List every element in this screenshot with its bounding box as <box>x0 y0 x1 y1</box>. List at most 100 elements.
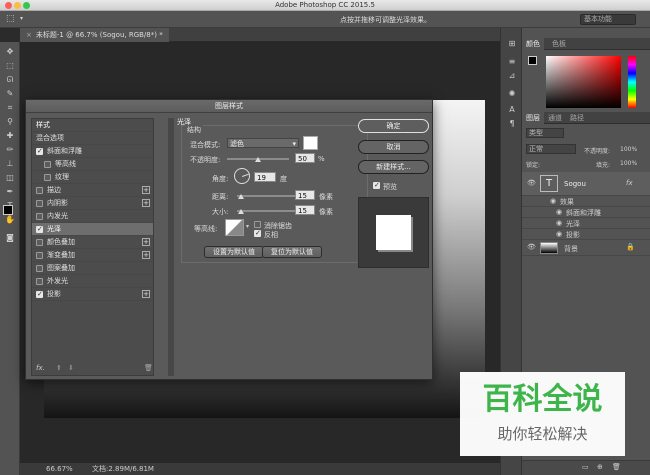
angle-input[interactable]: 19 <box>254 172 276 182</box>
fill-value[interactable]: 100% <box>620 160 637 167</box>
contour-preview[interactable] <box>225 219 244 236</box>
tab-channels[interactable]: 通道 <box>544 112 566 124</box>
layer-opacity-value[interactable]: 100% <box>620 146 637 153</box>
move-up-icon[interactable]: ⬆ <box>56 364 62 372</box>
new-group-icon[interactable]: ▭ <box>582 463 589 471</box>
quick-mask-icon[interactable]: ◙ <box>4 232 16 243</box>
tab-paths[interactable]: 路径 <box>566 112 588 124</box>
hand-tool-icon[interactable]: ✋ <box>4 214 16 225</box>
layer-blend-mode[interactable]: 正常 <box>526 144 576 154</box>
layer-effects-row[interactable]: ◉ 效果 <box>522 196 650 207</box>
close-window-button[interactable] <box>5 2 12 9</box>
quick-select-tool-icon[interactable]: ✎ <box>4 88 16 99</box>
tab-layers[interactable]: 图层 <box>522 112 544 124</box>
blend-mode-select[interactable]: 滤色 ▾ <box>227 138 299 148</box>
visibility-eye-icon[interactable]: 👁 <box>527 243 536 251</box>
layer-effect-row[interactable]: ◉ 投影 <box>522 229 650 240</box>
style-item-checkbox[interactable] <box>36 278 43 285</box>
close-tab-icon[interactable]: × <box>26 31 32 39</box>
eyedropper-tool-icon[interactable]: ⚲ <box>4 116 16 127</box>
trash-icon[interactable]: 🗑 <box>612 463 621 471</box>
new-layer-icon[interactable]: ⊕ <box>597 463 603 471</box>
color-field[interactable] <box>546 56 621 108</box>
style-item-checkbox[interactable] <box>44 174 51 181</box>
style-item-checkbox[interactable] <box>36 290 43 298</box>
style-item[interactable]: 纹理 <box>32 171 153 184</box>
layer-effect-row[interactable]: ◉ 斜面和浮雕 <box>522 207 650 218</box>
distance-slider-thumb[interactable] <box>237 194 244 199</box>
style-item[interactable]: 颜色叠加 + <box>32 236 153 249</box>
style-item[interactable]: 内发光 <box>32 210 153 223</box>
style-item[interactable]: 等高线 <box>32 158 153 171</box>
minimize-window-button[interactable] <box>14 2 21 9</box>
style-item-checkbox[interactable] <box>36 252 43 259</box>
opacity-slider-thumb[interactable] <box>255 157 261 162</box>
layer-fx-badge[interactable]: fx <box>626 179 633 187</box>
chevron-down-icon[interactable]: ▾ <box>20 15 23 22</box>
blending-options-item[interactable]: 混合选项 <box>32 132 153 145</box>
effect-eye-icon[interactable]: ◉ <box>556 219 562 227</box>
antialias-checkbox[interactable] <box>254 221 261 228</box>
styles-scrollbar[interactable] <box>168 118 174 376</box>
brush-panel-icon[interactable]: ✺ <box>506 88 518 99</box>
style-item[interactable]: 斜面和浮雕 <box>32 145 153 158</box>
move-down-icon[interactable]: ⬇ <box>68 364 74 372</box>
style-item-checkbox[interactable] <box>36 200 43 207</box>
tab-swatches[interactable]: 色板 <box>548 38 570 50</box>
character-panel-icon[interactable]: A <box>506 104 518 115</box>
effect-eye-icon[interactable]: ◉ <box>556 208 562 216</box>
brush-tool-icon[interactable]: ✏ <box>4 144 16 155</box>
fx-menu-button[interactable]: fx. <box>36 364 45 372</box>
layer-kind-filter[interactable]: 类型 <box>526 128 564 138</box>
zoom-window-button[interactable] <box>23 2 30 9</box>
adjustments-panel-icon[interactable]: ⊿ <box>506 70 518 81</box>
style-item-checkbox[interactable] <box>36 147 43 155</box>
gloss-color-swatch[interactable] <box>303 136 318 150</box>
lasso-tool-icon[interactable]: ᘏ <box>4 74 16 85</box>
style-item[interactable]: 内阴影 + <box>32 197 153 210</box>
size-input[interactable]: 15 <box>295 205 315 215</box>
style-item[interactable]: 渐变叠加 + <box>32 249 153 262</box>
angle-dial[interactable] <box>234 168 250 184</box>
effect-eye-icon[interactable]: ◉ <box>556 230 562 238</box>
style-item[interactable]: 光泽 <box>32 223 153 236</box>
invert-checkbox[interactable] <box>254 229 261 237</box>
style-item[interactable]: 图案叠加 <box>32 262 153 275</box>
reset-default-button[interactable]: 复位为默认值 <box>262 246 322 258</box>
eraser-tool-icon[interactable]: ◫ <box>4 172 16 183</box>
status-zoom[interactable]: 66.67% <box>46 463 73 475</box>
crop-tool-icon[interactable]: ⌗ <box>4 102 16 113</box>
properties-panel-icon[interactable]: ≡ <box>506 56 518 67</box>
marquee-tool-icon[interactable]: ⬚ <box>4 60 16 71</box>
style-item-checkbox[interactable] <box>36 187 43 194</box>
history-panel-icon[interactable]: ⊞ <box>506 38 518 49</box>
new-style-button[interactable]: 新建样式... <box>358 160 429 174</box>
pen-tool-icon[interactable]: ✒ <box>4 186 16 197</box>
cancel-button[interactable]: 取消 <box>358 140 429 154</box>
layer-effect-row[interactable]: ◉ 光泽 <box>522 218 650 229</box>
foreground-color-swatch[interactable] <box>3 205 13 215</box>
add-effect-icon[interactable]: + <box>142 186 150 194</box>
workspace-selector[interactable]: 基本功能 <box>580 14 636 25</box>
style-item-checkbox[interactable] <box>36 225 43 233</box>
home-tool-icon[interactable]: ⬚ <box>6 14 15 24</box>
add-effect-icon[interactable]: + <box>142 199 150 207</box>
ok-button[interactable]: 确定 <box>358 119 429 133</box>
layer-row-text[interactable]: 👁 T Sogou fx <box>522 172 650 196</box>
size-slider[interactable] <box>237 210 299 212</box>
add-effect-icon[interactable]: + <box>142 290 150 298</box>
document-tab[interactable]: × 未标题-1 @ 66.7% (Sogou, RGB/8*) * <box>20 28 169 42</box>
chevron-down-icon[interactable]: ▾ <box>246 223 249 230</box>
tab-color[interactable]: 颜色 <box>522 38 544 50</box>
style-item[interactable]: 外发光 <box>32 275 153 288</box>
healing-tool-icon[interactable]: ✚ <box>4 130 16 141</box>
delete-effect-icon[interactable]: 🗑 <box>144 364 153 372</box>
visibility-eye-icon[interactable]: 👁 <box>527 179 536 187</box>
style-item[interactable]: 描边 + <box>32 184 153 197</box>
style-item-checkbox[interactable] <box>36 239 43 246</box>
size-slider-thumb[interactable] <box>237 209 244 214</box>
style-item-checkbox[interactable] <box>36 213 43 220</box>
set-default-button[interactable]: 设置为默认值 <box>204 246 264 258</box>
distance-slider[interactable] <box>237 195 299 197</box>
layer-row-background[interactable]: 👁 背景 🔒 <box>522 240 650 256</box>
